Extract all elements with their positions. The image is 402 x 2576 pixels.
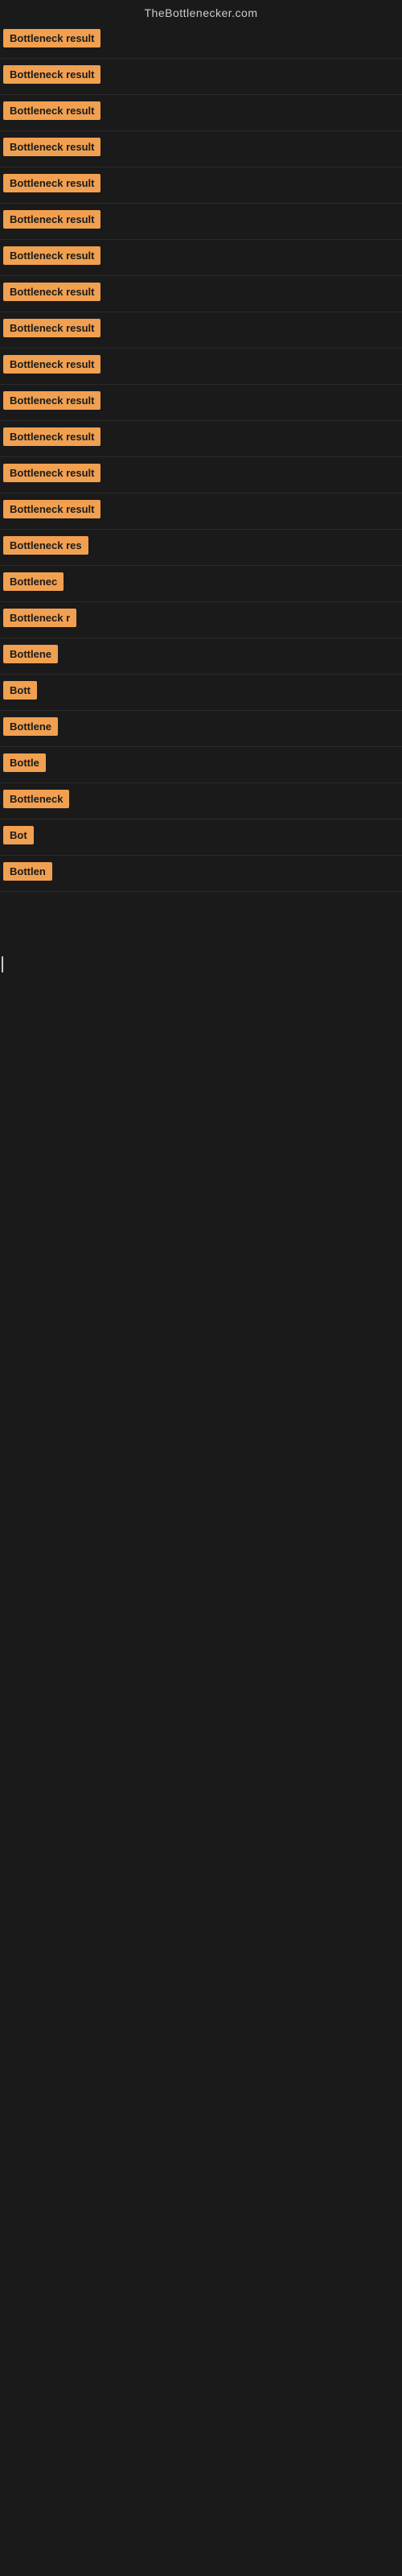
bottleneck-badge[interactable]: Bottlen [3, 862, 52, 881]
bottleneck-badge[interactable]: Bottleneck result [3, 427, 100, 446]
list-item: Bottleneck res [0, 530, 402, 566]
list-item: Bottlen [0, 856, 402, 892]
bottleneck-badge[interactable]: Bottle [3, 753, 46, 772]
list-item: Bottleneck result [0, 59, 402, 95]
list-item: Bottleneck result [0, 204, 402, 240]
bottleneck-badge[interactable]: Bottlene [3, 717, 58, 736]
bottleneck-badge[interactable]: Bottleneck result [3, 500, 100, 518]
bottleneck-badge[interactable]: Bottleneck result [3, 391, 100, 410]
list-item: Bottleneck result [0, 312, 402, 349]
bottleneck-badge[interactable]: Bottleneck result [3, 101, 100, 120]
list-item: Bottleneck result [0, 167, 402, 204]
cursor-area [0, 924, 402, 989]
list-item: Bottle [0, 747, 402, 783]
list-item: Bottleneck [0, 783, 402, 819]
list-item: Bottleneck result [0, 131, 402, 167]
bottleneck-badge[interactable]: Bottleneck result [3, 210, 100, 229]
list-item: Bottleneck r [0, 602, 402, 638]
list-item: Bottleneck result [0, 240, 402, 276]
bottleneck-badge[interactable]: Bottleneck result [3, 355, 100, 374]
list-item: Bottleneck result [0, 349, 402, 385]
site-header: TheBottlenecker.com [0, 0, 402, 23]
bottleneck-badge[interactable]: Bottleneck result [3, 29, 100, 47]
list-item: Bottlene [0, 638, 402, 675]
bottleneck-badge[interactable]: Bottleneck result [3, 319, 100, 337]
list-item: Bottleneck result [0, 385, 402, 421]
list-item: Bot [0, 819, 402, 856]
bottleneck-badge[interactable]: Bot [3, 826, 34, 844]
list-item: Bottlene [0, 711, 402, 747]
bottleneck-badge[interactable]: Bottleneck result [3, 174, 100, 192]
bottleneck-badge[interactable]: Bottleneck r [3, 609, 76, 627]
list-item: Bottlenec [0, 566, 402, 602]
bottleneck-badge[interactable]: Bott [3, 681, 37, 700]
list-item: Bott [0, 675, 402, 711]
bottleneck-badge[interactable]: Bottlenec [3, 572, 64, 591]
bottleneck-badge[interactable]: Bottleneck result [3, 283, 100, 301]
list-item: Bottleneck result [0, 276, 402, 312]
list-item: Bottleneck result [0, 457, 402, 493]
bottleneck-badge[interactable]: Bottleneck result [3, 464, 100, 482]
list-item: Bottleneck result [0, 95, 402, 131]
bottleneck-badge[interactable]: Bottleneck result [3, 65, 100, 84]
bottleneck-badge[interactable]: Bottleneck result [3, 138, 100, 156]
list-item: Bottleneck result [0, 493, 402, 530]
list-item: Bottleneck result [0, 421, 402, 457]
bottleneck-badge[interactable]: Bottleneck res [3, 536, 88, 555]
text-cursor [2, 956, 3, 972]
bottleneck-badge[interactable]: Bottleneck result [3, 246, 100, 265]
bottleneck-badge[interactable]: Bottleneck [3, 790, 69, 808]
bottleneck-badge[interactable]: Bottlene [3, 645, 58, 663]
list-item: Bottleneck result [0, 23, 402, 59]
